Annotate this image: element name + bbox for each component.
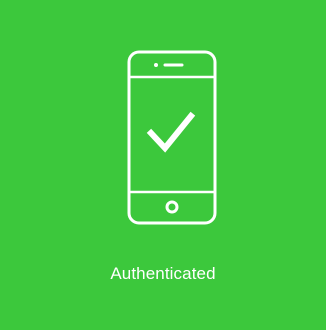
phone-camera-dot (154, 63, 158, 67)
smartphone-check-icon (127, 50, 217, 225)
status-label: Authenticated (110, 264, 216, 283)
authentication-status-tile: Authenticated (0, 0, 326, 330)
phone-home-button (165, 200, 179, 214)
checkmark-icon (146, 111, 196, 153)
